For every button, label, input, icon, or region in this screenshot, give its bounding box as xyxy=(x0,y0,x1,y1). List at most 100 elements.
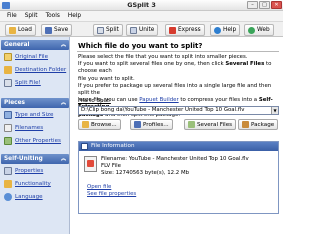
instruction-line: If you prefer to package up several file… xyxy=(78,82,272,97)
window-controls: – □ ✕ xyxy=(247,1,282,9)
sidebar-item-filenames[interactable]: Filenames xyxy=(4,123,43,133)
sidebar-item-functionality[interactable]: Functionality xyxy=(4,179,51,189)
title-bar: GSplit 3 – □ ✕ xyxy=(0,0,283,11)
menu-split[interactable]: Split xyxy=(21,11,42,21)
file-type-icon xyxy=(84,156,97,172)
package-button[interactable]: Package xyxy=(238,119,279,130)
package-builder-link[interactable]: Papuet Builder xyxy=(139,97,178,103)
disk-icon xyxy=(45,26,52,34)
file-type-text: FLV File xyxy=(101,163,121,169)
pieces-section-title: Pieces xyxy=(4,100,25,106)
divider xyxy=(77,51,279,52)
express-icon xyxy=(169,26,176,34)
save-button[interactable]: Save xyxy=(41,24,73,36)
profile-icon xyxy=(134,121,141,128)
sidebar-item-label: Language xyxy=(15,194,43,200)
split-button[interactable]: Split xyxy=(93,24,123,36)
document-icon xyxy=(4,53,12,61)
pieces-section-header[interactable]: Pieces ︽ xyxy=(1,98,69,108)
document-icon xyxy=(4,124,12,132)
split-label: Split xyxy=(106,27,119,33)
sidebar-item-label: Functionality xyxy=(15,181,51,187)
close-button[interactable]: ✕ xyxy=(271,1,282,9)
collapse-icon: ︽ xyxy=(60,156,66,162)
language-icon xyxy=(4,193,12,201)
folder-icon xyxy=(4,66,12,74)
menu-tools[interactable]: Tools xyxy=(42,11,64,21)
web-button[interactable]: Web xyxy=(244,24,274,36)
settings-icon xyxy=(4,111,12,119)
menu-help[interactable]: Help xyxy=(64,11,85,21)
sidebar-item-label: Other Properties xyxy=(15,138,61,144)
profiles-label: Profiles... xyxy=(143,121,169,128)
help-icon xyxy=(214,26,221,34)
menu-file[interactable]: File xyxy=(3,11,21,21)
split-icon xyxy=(97,26,104,34)
file-path-value: D:\Clip bong da\YouTube - Manchester Uni… xyxy=(81,107,245,113)
sidebar-item-label: Type and Size xyxy=(15,112,54,118)
file-information-title: File Information xyxy=(91,143,135,149)
sidebar-item-type-and-size[interactable]: Type and Size xyxy=(4,110,53,120)
profiles-button[interactable]: Profiles... xyxy=(130,119,173,130)
sidebar-item-properties[interactable]: Properties xyxy=(4,166,43,176)
sidebar-item-label: Properties xyxy=(15,168,44,174)
package-icon xyxy=(242,121,249,128)
properties-icon xyxy=(4,137,12,145)
unite-icon xyxy=(130,26,137,34)
gear-icon xyxy=(4,180,12,188)
sidebar-item-language[interactable]: Language xyxy=(4,192,43,202)
package-label: Package xyxy=(251,121,275,128)
self-uniting-section-title: Self-Uniting xyxy=(4,156,43,162)
sidebar-item-destination-folder[interactable]: Destination Folder xyxy=(4,65,66,75)
general-section-title: General xyxy=(4,42,30,48)
open-file-link[interactable]: Open file xyxy=(87,184,111,190)
window-title: GSplit 3 xyxy=(127,1,156,9)
split-icon xyxy=(4,79,12,87)
menu-bar: File Split Tools Help xyxy=(0,11,283,21)
file-properties-link[interactable]: See file properties xyxy=(87,191,136,197)
page-title: Which file do you want to split? xyxy=(78,42,203,50)
file-path-input[interactable]: D:\Clip bong da\YouTube - Manchester Uni… xyxy=(78,106,279,115)
browse-label: Browse... xyxy=(91,121,117,128)
unite-button[interactable]: Unite xyxy=(126,24,159,36)
files-icon xyxy=(188,121,195,128)
sidebar-item-label: Split File! xyxy=(15,80,41,86)
web-label: Web xyxy=(257,27,270,33)
sidebar-item-label: Original File xyxy=(15,54,49,60)
browse-button[interactable]: Browse... xyxy=(78,119,121,130)
instruction-line: Please select the file that you want to … xyxy=(78,54,248,60)
express-button[interactable]: Express xyxy=(165,24,205,36)
folder-icon xyxy=(82,121,89,128)
save-label: Save xyxy=(54,27,69,33)
file-information-panel: File Information Filename: YouTube - Man… xyxy=(78,141,279,214)
load-label: Load xyxy=(18,27,32,33)
maximize-button[interactable]: □ xyxy=(259,1,270,9)
sidebar-item-original-file[interactable]: Original File xyxy=(4,52,48,62)
instruction-line: If you want to split several files one b… xyxy=(78,61,272,75)
file-to-split-label: File to Split: xyxy=(78,98,111,104)
file-size-text: Size: 12740563 byte(s), 12.2 Mb xyxy=(101,170,190,176)
file-name-text: Filename: YouTube - Manchester United To… xyxy=(101,156,249,162)
unite-label: Unite xyxy=(139,27,155,33)
help-label: Help xyxy=(223,27,237,33)
sidebar: General ︽ Original File Destination Fold… xyxy=(0,37,70,234)
sidebar-item-label: Filenames xyxy=(15,125,44,131)
several-files-button[interactable]: Several Files xyxy=(184,119,237,130)
main-panel: Which file do you want to split? Please … xyxy=(71,37,283,234)
several-files-label: Several Files xyxy=(197,121,233,128)
collapse-icon: ︽ xyxy=(60,100,66,106)
load-button[interactable]: Load xyxy=(5,24,36,36)
dropdown-arrow-icon[interactable]: ▼ xyxy=(271,107,278,114)
info-icon xyxy=(81,143,88,150)
properties-icon xyxy=(4,167,12,175)
self-uniting-section-header[interactable]: Self-Uniting ︽ xyxy=(1,154,69,164)
toolbar: Load Save Split Unite Express Help Web xyxy=(0,21,283,37)
instruction-line: file you want to split. xyxy=(78,75,135,82)
help-button[interactable]: Help xyxy=(210,24,241,36)
globe-icon xyxy=(248,26,255,34)
sidebar-item-other-properties[interactable]: Other Properties xyxy=(4,136,61,146)
sidebar-item-split-file[interactable]: Split File! xyxy=(4,78,41,88)
minimize-button[interactable]: – xyxy=(247,1,258,9)
general-section-header[interactable]: General ︽ xyxy=(1,40,69,50)
collapse-icon: ︽ xyxy=(60,42,66,48)
